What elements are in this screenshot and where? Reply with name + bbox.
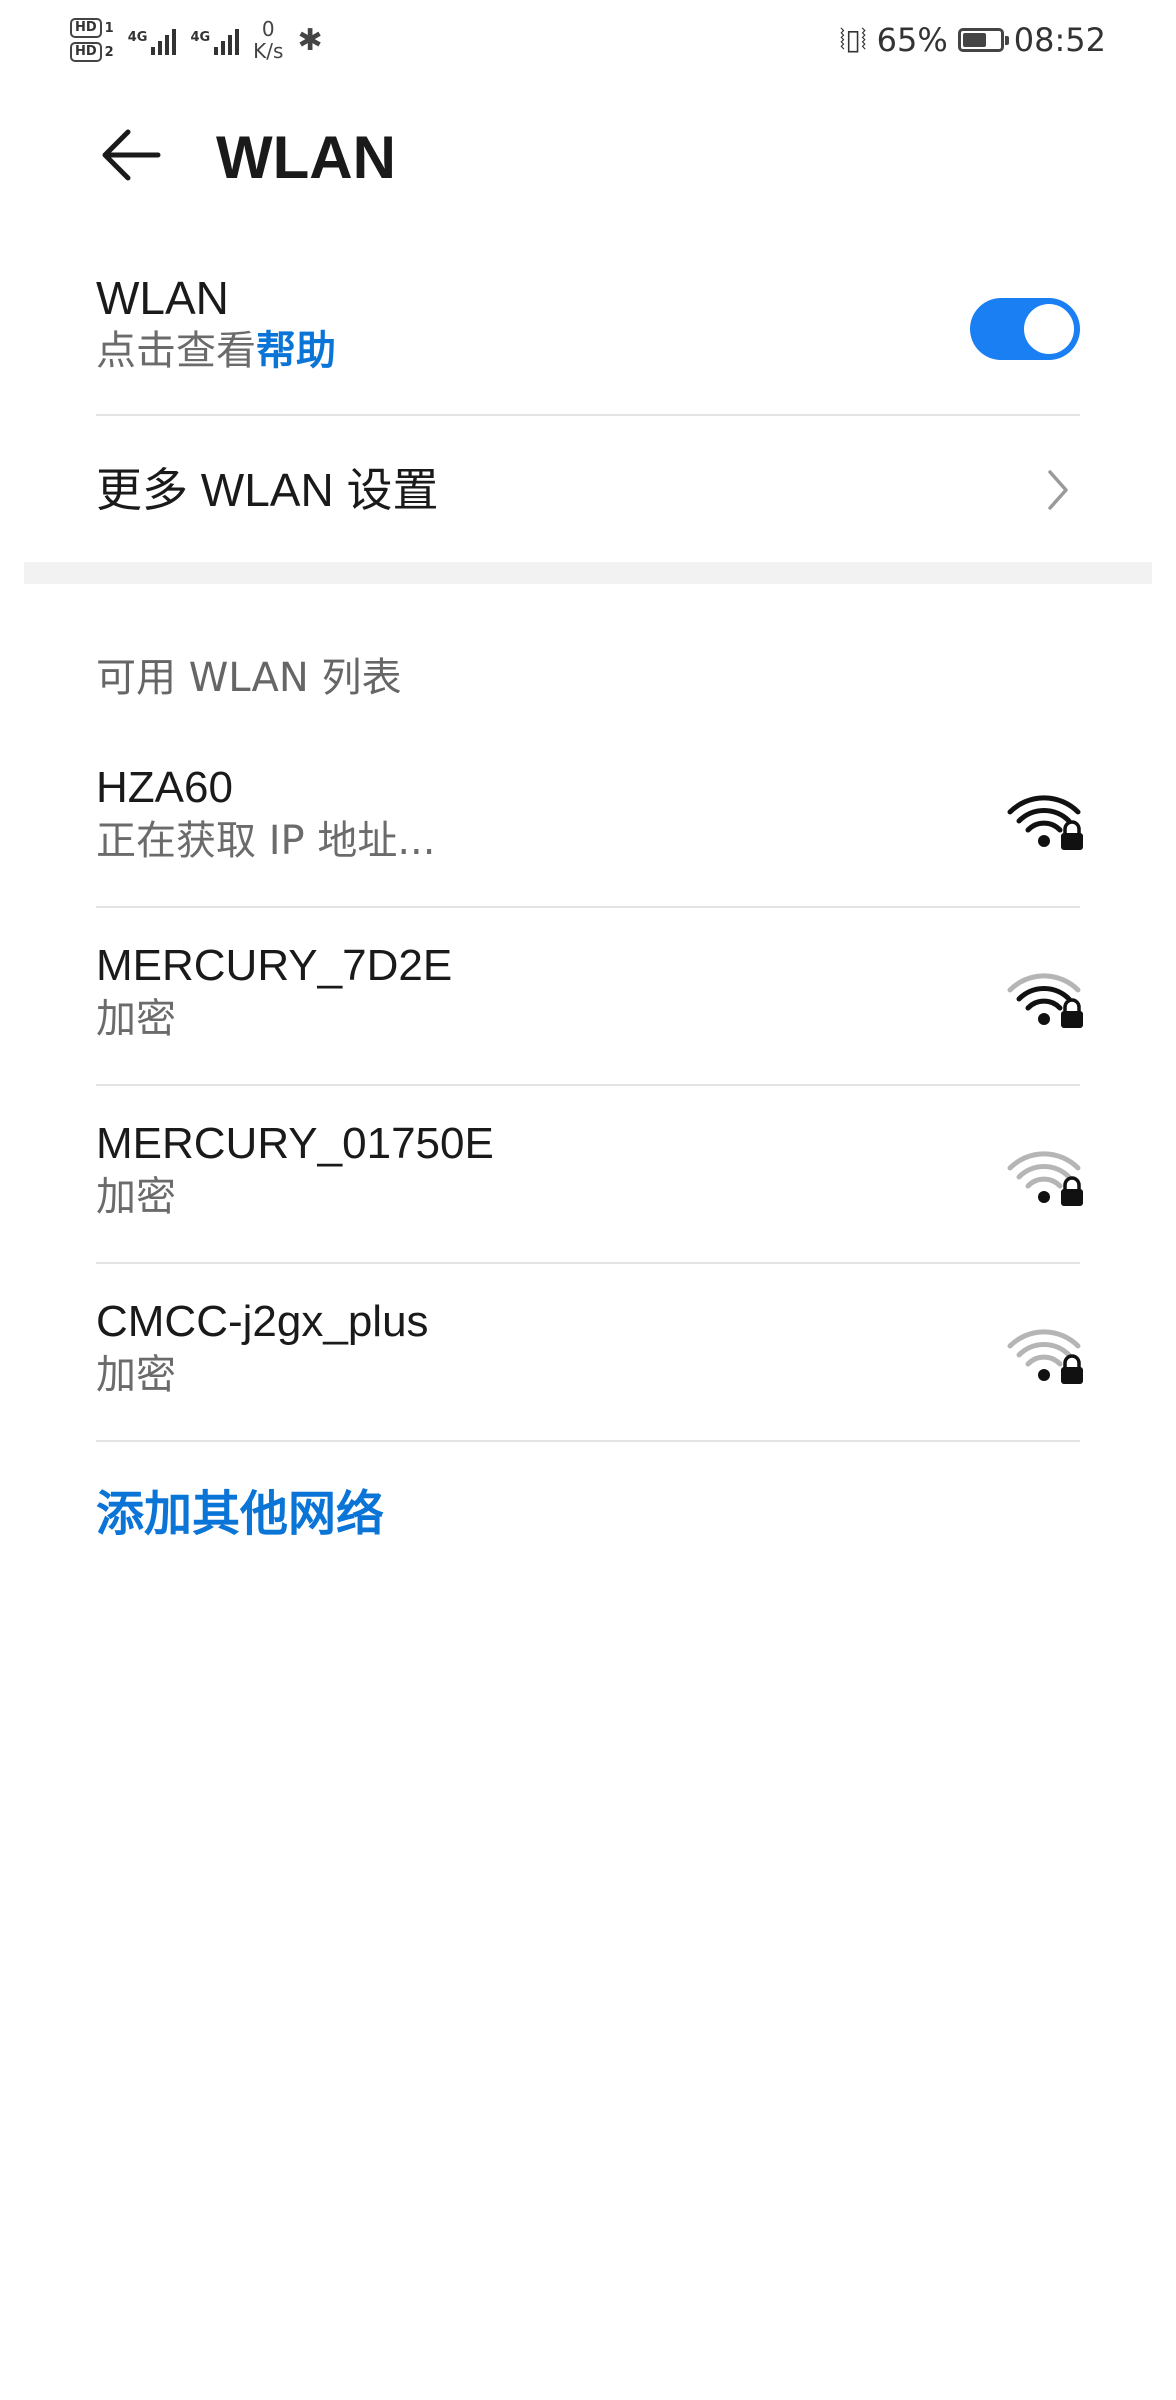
network-name: CMCC-j2gx_plus bbox=[96, 1297, 429, 1346]
wifi-dot bbox=[1038, 835, 1050, 847]
divider bbox=[96, 1084, 1080, 1086]
lock-icon bbox=[1061, 1011, 1083, 1028]
network-speed: 0 K/s bbox=[253, 18, 283, 62]
hd-indicator-2: HD 2 bbox=[70, 42, 114, 62]
signal-bars-icon bbox=[214, 25, 240, 55]
network-status: 正在获取 IP 地址... bbox=[96, 818, 436, 864]
hd-slot-number: 2 bbox=[104, 44, 114, 60]
wifi-lock-icon bbox=[1007, 795, 1083, 850]
clock: 08:52 bbox=[1013, 21, 1106, 59]
bluetooth-icon: ✱ bbox=[297, 22, 323, 58]
wifi-arc bbox=[1025, 998, 1063, 1011]
wifi-arc bbox=[1025, 1176, 1063, 1189]
vibrate-icon: ⦚▯⦚ bbox=[839, 23, 867, 56]
wifi-arc bbox=[1016, 986, 1072, 1002]
battery-icon bbox=[957, 28, 1009, 52]
divider bbox=[96, 906, 1080, 908]
lock-icon bbox=[1061, 833, 1083, 850]
wlan-help-hint: 点击查看帮助 bbox=[96, 326, 336, 376]
cellular-signal-2: 4G bbox=[190, 25, 240, 55]
wifi-arc bbox=[1016, 1164, 1072, 1180]
hd-icon: HD bbox=[70, 18, 102, 38]
status-bar-right: ⦚▯⦚ 65% 08:52 bbox=[840, 8, 1106, 72]
network-name: MERCURY_7D2E bbox=[96, 941, 453, 990]
lock-shackle bbox=[1063, 1176, 1081, 1190]
divider bbox=[96, 414, 1080, 416]
network-name: HZA60 bbox=[96, 763, 233, 812]
wlan-toggle-row[interactable]: WLAN 点击查看帮助 bbox=[96, 270, 336, 376]
more-wlan-settings[interactable]: 更多 WLAN 设置 bbox=[96, 460, 438, 520]
wifi-dot bbox=[1038, 1369, 1050, 1381]
network-status: 加密 bbox=[96, 996, 176, 1042]
network-name: MERCURY_01750E bbox=[96, 1119, 494, 1168]
network-item[interactable]: HZA60 正在获取 IP 地址... bbox=[96, 760, 436, 866]
cellular-signal-1: 4G bbox=[128, 25, 177, 55]
divider bbox=[96, 1262, 1080, 1264]
wifi-dot bbox=[1038, 1013, 1050, 1025]
wifi-arc bbox=[1025, 1354, 1063, 1367]
signal-bars-icon bbox=[151, 25, 177, 55]
wifi-arc bbox=[1016, 808, 1072, 824]
wifi-lock-icon bbox=[1007, 1329, 1083, 1384]
wlan-label: WLAN bbox=[96, 272, 229, 324]
wifi-lock-icon bbox=[1007, 973, 1083, 1028]
switch-knob bbox=[1024, 304, 1074, 354]
section-separator bbox=[24, 562, 1152, 584]
network-speed-unit: K/s bbox=[253, 39, 284, 63]
wifi-dot bbox=[1038, 1191, 1050, 1203]
wifi-arc bbox=[1016, 1342, 1072, 1358]
network-status: 加密 bbox=[96, 1174, 176, 1220]
lock-shackle bbox=[1063, 998, 1081, 1012]
network-type-label: 4G bbox=[127, 30, 148, 45]
lock-icon bbox=[1061, 1189, 1083, 1206]
wlan-switch[interactable] bbox=[970, 298, 1080, 360]
add-other-network-button[interactable]: 添加其他网络 bbox=[96, 1484, 384, 1544]
hd-voice-indicators: HD 1 HD 2 bbox=[70, 18, 114, 62]
hd-icon: HD bbox=[70, 42, 102, 62]
lock-icon bbox=[1061, 1367, 1083, 1384]
wifi-arc bbox=[1025, 820, 1063, 833]
network-item[interactable]: MERCURY_7D2E 加密 bbox=[96, 938, 452, 1044]
available-networks-title: 可用 WLAN 列表 bbox=[96, 655, 402, 701]
page-title: WLAN bbox=[216, 124, 396, 191]
network-item[interactable]: MERCURY_01750E 加密 bbox=[96, 1116, 494, 1222]
help-link[interactable]: 帮助 bbox=[256, 328, 336, 374]
hd-indicator-1: HD 1 bbox=[70, 18, 114, 38]
wlan-help-prefix: 点击查看 bbox=[96, 328, 256, 374]
status-bar-left: HD 1 HD 2 4G 4G 0 K/s ✱ bbox=[70, 8, 323, 72]
network-speed-value: 0 bbox=[261, 17, 275, 41]
lock-shackle bbox=[1063, 1354, 1081, 1368]
battery-percent: 65% bbox=[876, 21, 948, 59]
battery-level-fill bbox=[962, 33, 986, 47]
wifi-lock-icon bbox=[1007, 1151, 1083, 1206]
lock-shackle bbox=[1063, 820, 1081, 834]
network-status: 加密 bbox=[96, 1352, 176, 1398]
divider bbox=[96, 1440, 1080, 1442]
network-type-label: 4G bbox=[190, 30, 211, 45]
network-item[interactable]: CMCC-j2gx_plus 加密 bbox=[96, 1294, 429, 1400]
arrow-left-icon[interactable] bbox=[96, 120, 166, 190]
hd-slot-number: 1 bbox=[104, 20, 114, 36]
chevron-right-icon bbox=[1048, 470, 1068, 510]
